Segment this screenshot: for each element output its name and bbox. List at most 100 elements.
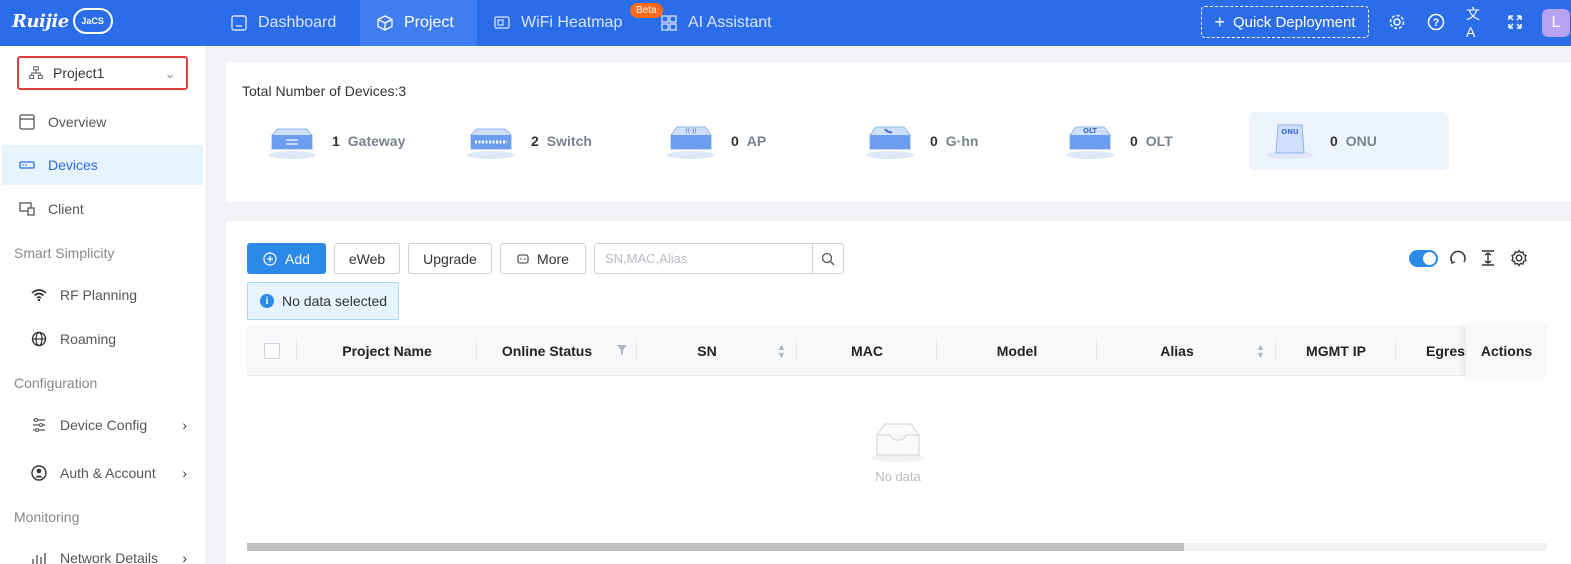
quick-deployment-label: Quick Deployment	[1232, 13, 1356, 31]
globe-icon	[31, 331, 47, 347]
sidebar-item-rf-planning[interactable]: RF Planning	[2, 275, 203, 315]
access-point-device-icon: ((·))	[667, 126, 715, 159]
device-type-olt[interactable]: OLT 0 OLT	[1064, 112, 1173, 170]
device-table-card: Add eWeb Upgrade More i No data selected…	[226, 221, 1571, 564]
project-name: Project1	[53, 65, 105, 81]
language-icon[interactable]: 文A	[1466, 6, 1486, 40]
device-count: 2	[531, 133, 539, 149]
nav-dashboard[interactable]: Dashboard	[214, 0, 352, 46]
device-type-ghn[interactable]: 0 G·hn	[864, 112, 978, 170]
scrollbar-thumb[interactable]	[247, 543, 1184, 551]
column-header-sn[interactable]: SN	[637, 325, 777, 376]
sidebar-group-monitoring: Monitoring	[14, 509, 80, 525]
top-navigation-bar: Ruijie JaCS Dashboard Project WiFi Heatm…	[0, 0, 1571, 46]
chevron-right-icon: ›	[182, 465, 187, 481]
device-type-gateway[interactable]: 1 Gateway	[266, 112, 405, 170]
cube-icon	[377, 15, 393, 31]
upgrade-button-label: Upgrade	[423, 250, 477, 267]
info-icon: i	[260, 294, 274, 308]
selection-info-banner: i No data selected	[247, 282, 399, 320]
column-header-model[interactable]: Model	[937, 325, 1097, 376]
svg-text:?: ?	[1433, 17, 1440, 29]
project-selector[interactable]: Project1 ⌄	[17, 56, 188, 90]
device-type-onu[interactable]: ONU 0 ONU	[1249, 112, 1449, 170]
sidebar-item-label: Devices	[48, 157, 98, 173]
column-header-mac[interactable]: MAC	[797, 325, 937, 376]
device-label: Gateway	[347, 133, 406, 149]
filter-icon[interactable]	[617, 345, 627, 355]
ap-badge-text: ((·))	[685, 128, 696, 135]
olt-device-icon: OLT	[1066, 126, 1114, 159]
nav-project-label: Project	[404, 14, 454, 31]
add-button[interactable]: Add	[247, 243, 326, 274]
toggle-switch[interactable]	[1409, 250, 1438, 267]
empty-state-text: No data	[875, 469, 921, 484]
sort-icon[interactable]: ▲ ▼	[1256, 343, 1265, 360]
column-header-alias[interactable]: Alias	[1097, 325, 1257, 376]
sidebar-item-network-details[interactable]: Network Details ›	[2, 538, 203, 564]
help-icon[interactable]: ?	[1426, 12, 1446, 32]
device-count: 0	[1130, 133, 1138, 149]
more-button[interactable]: More	[500, 243, 586, 274]
more-dots-icon	[517, 253, 529, 264]
sidebar-item-roaming[interactable]: Roaming	[2, 319, 203, 359]
chevron-right-icon: ›	[182, 417, 187, 433]
device-count: 0	[1330, 133, 1338, 149]
device-label: G·hn	[945, 133, 979, 149]
column-header-project-name[interactable]: Project Name	[297, 325, 477, 376]
switch-device-icon	[467, 128, 515, 159]
heatmap-icon	[494, 16, 510, 29]
column-header-mgmt-ip[interactable]: MGMT IP	[1276, 325, 1396, 376]
total-devices-title: Total Number of Devices:3	[242, 83, 407, 99]
sidebar-item-client[interactable]: Client	[2, 189, 203, 229]
settings-gear-icon[interactable]	[1387, 12, 1407, 32]
sidebar-item-label: Overview	[48, 114, 107, 130]
column-height-icon[interactable]	[1478, 248, 1498, 268]
chevron-right-icon: ›	[182, 550, 187, 564]
sidebar-item-label: Roaming	[60, 331, 117, 347]
quick-deployment-button[interactable]: + Quick Deployment	[1201, 6, 1369, 38]
olt-badge-text: OLT	[1083, 127, 1097, 135]
device-label: ONU	[1345, 133, 1377, 149]
device-label: AP	[746, 133, 767, 149]
sidebar-group-smart-simplicity: Smart Simplicity	[14, 245, 115, 261]
sidebar-item-auth-account[interactable]: Auth & Account ›	[2, 453, 203, 493]
apps-grid-icon	[661, 15, 677, 31]
eweb-button[interactable]: eWeb	[334, 243, 400, 274]
device-summary-card: Total Number of Devices:3 1 Gateway 2 Sw…	[226, 62, 1571, 202]
sidebar-item-overview[interactable]: Overview	[2, 102, 203, 142]
sort-icon[interactable]: ▲ ▼	[777, 343, 786, 360]
device-count: 0	[731, 133, 739, 149]
refresh-icon[interactable]	[1448, 248, 1468, 268]
search-button[interactable]	[812, 244, 843, 273]
horizontal-scrollbar[interactable]	[247, 543, 1547, 551]
ruijie-logo[interactable]: Ruijie JaCS	[12, 8, 113, 34]
client-icon	[19, 202, 35, 216]
sidebar-item-devices[interactable]: Devices	[2, 145, 203, 185]
table-settings-gear-icon[interactable]	[1509, 248, 1529, 268]
search-input[interactable]	[595, 244, 812, 273]
dashboard-icon	[231, 15, 247, 31]
nav-wifi-heatmap[interactable]: WiFi Heatmap	[477, 0, 638, 46]
user-avatar[interactable]: L	[1542, 9, 1570, 37]
bar-chart-icon	[32, 553, 46, 564]
upgrade-button[interactable]: Upgrade	[408, 243, 492, 274]
sidebar-item-label: Device Config	[60, 417, 148, 433]
nav-dashboard-label: Dashboard	[258, 14, 337, 31]
nav-wifi-heatmap-label: WiFi Heatmap	[521, 14, 623, 31]
logo-text: Ruijie	[12, 10, 69, 32]
eweb-button-label: eWeb	[348, 250, 386, 267]
nav-project[interactable]: Project	[360, 0, 477, 46]
chevron-down-icon: ⌄	[164, 64, 176, 81]
device-count: 0	[930, 133, 938, 149]
column-header-online-status[interactable]: Online Status	[477, 325, 617, 376]
device-label: OLT	[1145, 133, 1173, 149]
sidebar-item-device-config[interactable]: Device Config ›	[2, 405, 203, 445]
nav-ai-assistant[interactable]: AI Assistant	[644, 0, 788, 46]
device-type-switch[interactable]: 2 Switch	[465, 112, 592, 170]
select-all-checkbox[interactable]	[264, 343, 280, 359]
sidebar-item-label: Network Details	[60, 550, 159, 564]
device-type-ap[interactable]: ((·)) 0 AP	[665, 112, 766, 170]
empty-state: No data	[846, 421, 950, 484]
fullscreen-icon[interactable]	[1505, 12, 1525, 32]
